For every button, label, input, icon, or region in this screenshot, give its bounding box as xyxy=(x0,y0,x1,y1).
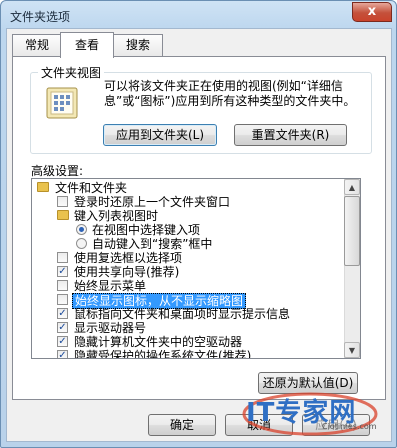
tree-item-label: 鼠标指向文件夹和桌面项时显示提示信息 xyxy=(74,307,291,321)
hide-protected-files-checkbox[interactable]: ✓ xyxy=(57,350,68,358)
tree-item-label: 使用共享向导(推荐) xyxy=(74,265,180,279)
restore-windows-checkbox[interactable] xyxy=(57,196,68,207)
watermark-subtext: Ciotimes.com xyxy=(322,422,377,431)
reset-folders-button[interactable]: 重置文件夹(R) xyxy=(234,124,347,146)
show-pop-up-checkbox[interactable]: ✓ xyxy=(57,308,68,319)
folder-view-icon xyxy=(46,87,78,119)
type-into-search-radio[interactable] xyxy=(76,238,87,249)
tree-item-label: 隐藏受保护的操作系统文件(推荐) xyxy=(74,349,252,359)
tab-search[interactable]: 搜索 xyxy=(113,34,163,56)
tree-item-label: 登录时还原上一个文件夹窗口 xyxy=(74,195,231,209)
tree-item-label: 在视图中选择键入项 xyxy=(92,223,201,237)
scroll-down-arrow-icon[interactable]: ▼ xyxy=(344,342,360,358)
tree-item-label: 始终显示菜单 xyxy=(74,279,147,293)
show-drive-letters-checkbox[interactable]: ✓ xyxy=(57,322,68,333)
close-button[interactable]: x xyxy=(352,2,392,22)
tree-item-label: 隐藏计算机文件夹中的空驱动器 xyxy=(74,335,243,349)
tree-item-label: 文件和文件夹 xyxy=(55,181,128,195)
always-show-icons-checkbox[interactable] xyxy=(57,294,68,305)
apply-to-folders-button[interactable]: 应用到文件夹(L) xyxy=(103,124,217,146)
tree-item-label: 显示驱动器号 xyxy=(74,321,147,335)
folder-views-legend: 文件夹视图 xyxy=(38,64,105,81)
folder-icon xyxy=(57,210,69,220)
advanced-settings-tree[interactable]: 文件和文件夹 登录时还原上一个文件夹窗口 键入列表视图时 在视图中选择键入项 自… xyxy=(31,178,361,359)
advanced-settings-label: 高级设置: xyxy=(31,164,84,178)
folder-views-description: 可以将该文件夹正在使用的视图(例如“详细信息”或“图标”)应用到所有这种类型的文… xyxy=(104,79,356,108)
folder-icon xyxy=(37,182,49,192)
tab-view[interactable]: 查看 xyxy=(60,32,114,58)
use-checkboxes-checkbox[interactable] xyxy=(57,252,68,263)
always-show-menus-checkbox[interactable] xyxy=(57,280,68,291)
scrollbar-thumb[interactable] xyxy=(344,196,360,266)
restore-defaults-button[interactable]: 还原为默认值(D) xyxy=(258,372,358,394)
tree-item-label: 自动键入到“搜索”框中 xyxy=(92,237,213,251)
sharing-wizard-checkbox[interactable]: ✓ xyxy=(57,266,68,277)
tab-general[interactable]: 常规 xyxy=(12,34,62,56)
tree-item-label: 使用复选框以选择项 xyxy=(74,251,183,265)
hide-empty-drives-checkbox[interactable]: ✓ xyxy=(57,336,68,347)
ok-button[interactable]: 确定 xyxy=(148,414,216,436)
scroll-up-arrow-icon[interactable]: ▲ xyxy=(344,179,360,195)
select-typed-radio[interactable] xyxy=(76,224,87,235)
tree-item-label: 键入列表视图时 xyxy=(74,209,159,223)
window-title: 文件夹选项 xyxy=(10,10,71,24)
